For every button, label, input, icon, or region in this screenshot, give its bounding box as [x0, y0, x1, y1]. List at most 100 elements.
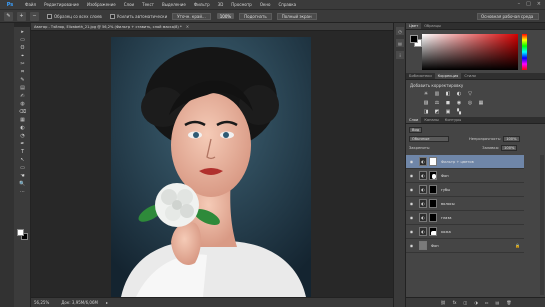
layer-mask-thumbnail[interactable]: [429, 185, 437, 194]
black-white-adjust-icon[interactable]: ◼: [444, 99, 452, 106]
exposure-adjust-icon[interactable]: ◐: [455, 90, 463, 97]
tab-libraries[interactable]: Библиотеки: [406, 73, 435, 79]
zoom-readout[interactable]: 56,25%: [34, 300, 49, 305]
hue-saturation-adjust-icon[interactable]: ▨: [422, 99, 430, 106]
quick-selection-icon[interactable]: ✎: [4, 11, 13, 21]
minimize-icon[interactable]: –: [518, 1, 521, 7]
quick-selection-tool-icon[interactable]: ⌖: [16, 52, 29, 59]
layer-style-icon[interactable]: fx: [453, 300, 457, 305]
layer-row[interactable]: ◉ ◐ волосы: [406, 197, 524, 211]
history-panel-icon[interactable]: ◷: [396, 27, 404, 35]
eye-icon[interactable]: ◉: [408, 159, 415, 164]
close-icon[interactable]: ×: [537, 1, 541, 7]
eye-icon[interactable]: ◉: [408, 201, 415, 206]
blend-mode-select[interactable]: Обычные: [409, 135, 449, 142]
hand-tool-icon[interactable]: ☚: [16, 172, 29, 179]
layer-kind-select[interactable]: Вид: [409, 126, 423, 133]
layer-row[interactable]: ◉ ◐ глаза: [406, 211, 524, 225]
tab-color[interactable]: Цвет: [406, 23, 422, 29]
layer-row[interactable]: ◉ Фон 🔒: [406, 239, 524, 253]
close-tab-icon[interactable]: ×: [186, 24, 189, 29]
delete-layer-icon[interactable]: 🗑: [506, 300, 511, 305]
auto-enhance-checkbox[interactable]: [109, 13, 115, 19]
fit-screen-button[interactable]: Подогнать: [239, 12, 272, 20]
maximize-icon[interactable]: □: [526, 1, 531, 7]
brush-subtract-icon[interactable]: −: [30, 11, 39, 21]
menu-layer[interactable]: Слои: [124, 2, 134, 7]
blur-tool-icon[interactable]: ◐: [16, 124, 29, 131]
layer-mask-thumbnail[interactable]: [429, 157, 437, 166]
new-group-icon[interactable]: ▭: [485, 300, 489, 305]
layer-row[interactable]: ◉ ◐ губы: [406, 183, 524, 197]
menu-image[interactable]: Изображение: [87, 2, 116, 7]
add-mask-icon[interactable]: ◫: [463, 300, 467, 305]
color-lookup-adjust-icon[interactable]: ▦: [477, 99, 485, 106]
layer-mask-thumbnail[interactable]: [429, 199, 437, 208]
eye-icon[interactable]: ◉: [408, 229, 415, 234]
gradient-tool-icon[interactable]: ▦: [16, 116, 29, 123]
move-tool-icon[interactable]: ▸: [16, 28, 29, 35]
color-balance-adjust-icon[interactable]: ⚖: [433, 99, 441, 106]
layer-mask-thumbnail[interactable]: [429, 171, 437, 180]
opacity-field[interactable]: 100%: [503, 135, 520, 142]
refine-edge-button[interactable]: Уточн. край...: [172, 12, 211, 20]
tab-paths[interactable]: Контуры: [442, 117, 464, 123]
invert-adjust-icon[interactable]: ◨: [422, 108, 430, 115]
new-adjustment-icon[interactable]: ◑: [474, 300, 478, 305]
properties-panel-icon[interactable]: ▤: [396, 39, 404, 47]
eye-icon[interactable]: ◉: [408, 243, 415, 248]
brightness-adjust-icon[interactable]: ☀: [422, 90, 430, 97]
menu-type[interactable]: Текст: [142, 2, 154, 7]
vibrance-adjust-icon[interactable]: ▽: [466, 90, 474, 97]
marquee-tool-icon[interactable]: ▭: [16, 36, 29, 43]
brush-add-icon[interactable]: +: [17, 11, 26, 21]
eye-icon[interactable]: ◉: [408, 187, 415, 192]
sample-all-checkbox[interactable]: [47, 13, 52, 19]
curves-adjust-icon[interactable]: ◧: [444, 90, 452, 97]
canvas-area[interactable]: [31, 31, 393, 297]
new-layer-icon[interactable]: ▤: [496, 300, 500, 305]
photo-filter-adjust-icon[interactable]: ◉: [455, 99, 463, 106]
status-menu-icon[interactable]: ▸: [106, 300, 108, 305]
color-foreground-swatch[interactable]: [410, 35, 418, 43]
fill-field[interactable]: 100%: [501, 144, 518, 151]
link-layers-icon[interactable]: ⛓: [441, 300, 446, 305]
info-panel-icon[interactable]: i: [396, 51, 404, 59]
threshold-adjust-icon[interactable]: ▣: [444, 108, 452, 115]
lasso-tool-icon[interactable]: ʘ: [16, 44, 29, 51]
menu-window[interactable]: Окно: [260, 2, 271, 7]
type-tool-icon[interactable]: T: [16, 148, 29, 155]
menu-view[interactable]: Просмотр: [231, 2, 252, 7]
rectangle-tool-icon[interactable]: ▭: [16, 164, 29, 171]
channel-mixer-adjust-icon[interactable]: ◎: [466, 99, 474, 106]
layer-mask-thumbnail[interactable]: [429, 227, 437, 236]
brush-tool-icon[interactable]: ▤: [16, 84, 29, 91]
layer-row[interactable]: ◉ ◐ Фильтр + цветов: [406, 155, 524, 169]
eraser-tool-icon[interactable]: ⌫: [16, 108, 29, 115]
menu-edit[interactable]: Редактирование: [44, 2, 79, 7]
eye-icon[interactable]: ◉: [408, 173, 415, 178]
crop-tool-icon[interactable]: ✂: [16, 60, 29, 67]
workspace-select[interactable]: Основная рабочая среда: [477, 13, 539, 20]
menu-3d[interactable]: 3D: [218, 2, 224, 7]
pen-tool-icon[interactable]: ✒: [16, 140, 29, 147]
tab-layers[interactable]: Слои: [406, 117, 422, 123]
layer-row[interactable]: ◉ ◐ кожа: [406, 225, 524, 239]
tab-adjustments[interactable]: Коррекция: [434, 73, 462, 79]
menu-select[interactable]: Выделение: [162, 2, 186, 7]
menu-filter[interactable]: Фильтр: [194, 2, 210, 7]
tab-channels[interactable]: Каналы: [421, 117, 441, 123]
zoom-tool-icon[interactable]: 🔍: [16, 180, 29, 187]
hue-slider[interactable]: [522, 34, 527, 70]
healing-tool-icon[interactable]: ✎: [16, 76, 29, 83]
history-brush-tool-icon[interactable]: ◍: [16, 100, 29, 107]
tab-styles[interactable]: Стили: [461, 73, 479, 79]
menu-help[interactable]: Справка: [278, 2, 296, 7]
eyedropper-tool-icon[interactable]: ⌗: [16, 68, 29, 75]
more-tools-icon[interactable]: ⋯: [16, 188, 29, 195]
fill-screen-button[interactable]: Полный экран: [276, 12, 317, 20]
tab-swatches[interactable]: Образцы: [421, 23, 444, 29]
menu-file[interactable]: Файл: [25, 2, 36, 7]
layers-scrollbar[interactable]: [540, 155, 544, 295]
zoom-field[interactable]: 100%: [216, 13, 235, 19]
